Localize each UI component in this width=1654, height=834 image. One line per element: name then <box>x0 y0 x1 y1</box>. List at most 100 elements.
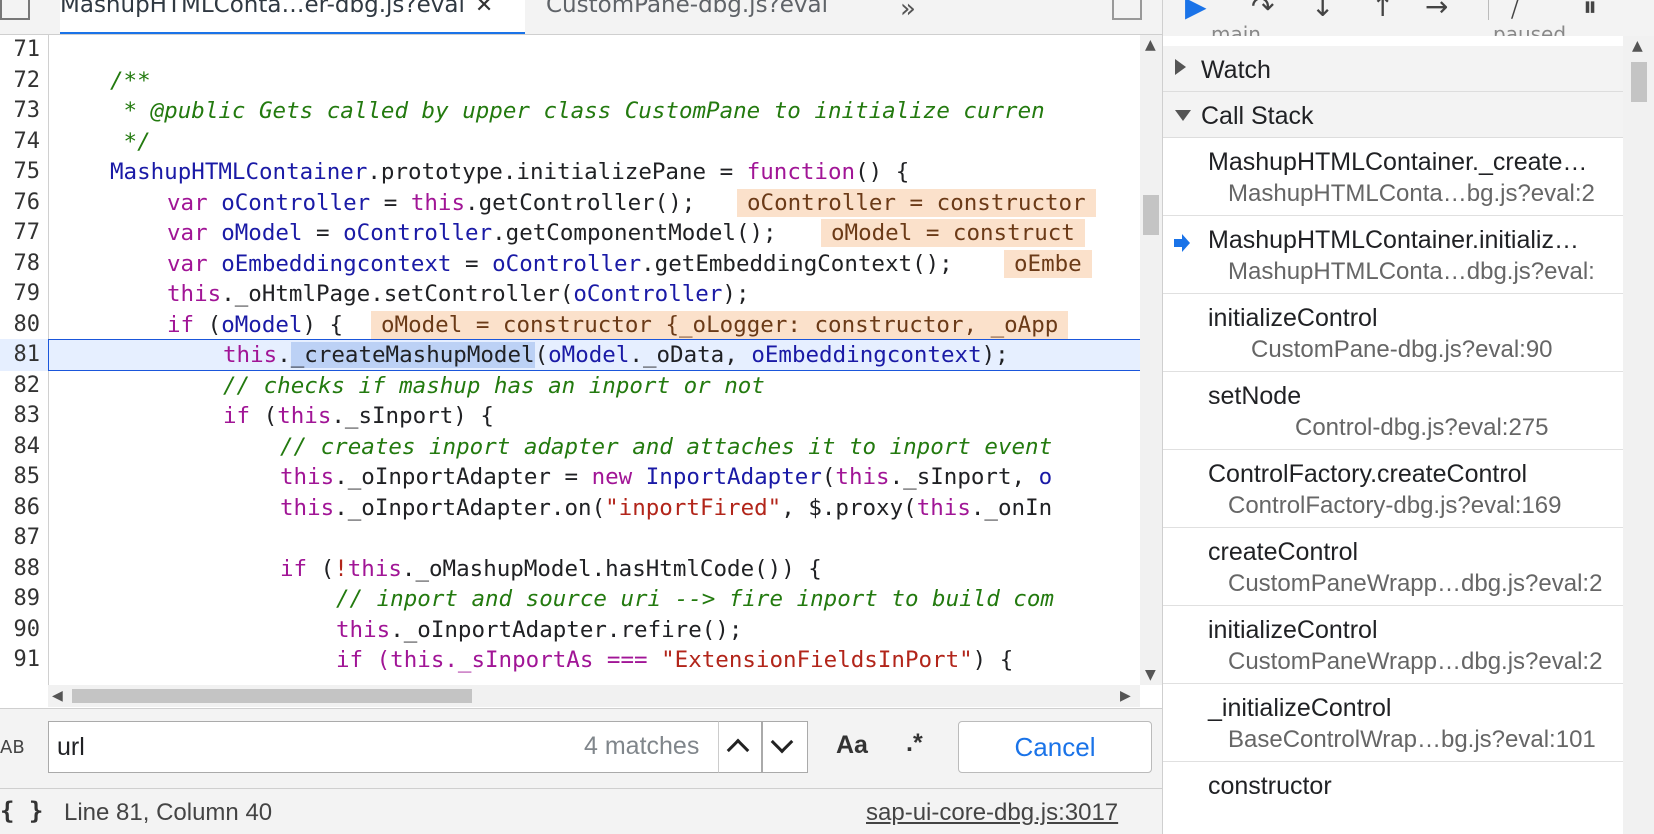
frame-location[interactable]: Control-dbg.js?eval:275 <box>1295 414 1549 442</box>
call-frame[interactable]: MashupHTMLContainer.initializ… MashupHTML… <box>1163 216 1623 294</box>
code-line: 72 /** <box>0 65 1140 97</box>
call-frame[interactable]: initializeControl CustomPane-dbg.js?eval:… <box>1163 294 1623 372</box>
deactivate-breakpoints-icon[interactable]: ⧸ <box>1511 0 1521 24</box>
frame-location[interactable]: CustomPaneWrapp…dbg.js?eval:2 <box>1228 648 1602 676</box>
match-count: 4 matches <box>584 732 700 760</box>
line-number[interactable]: 79 <box>0 278 41 310</box>
call-frame[interactable]: _initializeControl BaseControlWrap…bg.js?… <box>1163 684 1623 762</box>
code-vertical-scrollbar[interactable]: ▲ ▼ <box>1140 35 1162 685</box>
previous-match-button[interactable] <box>718 721 762 773</box>
close-icon[interactable]: ✕ <box>475 0 493 18</box>
frame-location[interactable]: CustomPane-dbg.js?eval:90 <box>1251 336 1553 364</box>
line-number[interactable]: 73 <box>0 95 41 127</box>
code-horizontal-scrollbar[interactable]: ◀ ▶ <box>48 685 1140 707</box>
pretty-print-icon[interactable]: { } <box>0 797 43 825</box>
step-icon[interactable]: → <box>1425 0 1448 23</box>
tab-custom-pane[interactable]: CustomPane-dbg.js?eval <box>546 0 836 34</box>
cursor-position: Line 81, Column 40 <box>64 799 273 826</box>
execution-line: 81 this._createMashupModel(oModel._oData… <box>0 339 1140 371</box>
code-text: this._oHtmlPage.setController(oControlle… <box>167 281 750 307</box>
debugger-toolbar: ▶ ↷ ↓ ↑ → ⧸ ⏸ main paused <box>1163 0 1654 36</box>
next-match-button[interactable] <box>762 721 808 773</box>
replace-toggle-icon[interactable]: AB <box>0 737 25 758</box>
scroll-up-icon[interactable]: ▲ <box>1632 38 1643 54</box>
code-line: 82 // checks if mashup has an inport or … <box>0 370 1140 402</box>
scroll-down-icon[interactable]: ▼ <box>1145 667 1156 683</box>
line-number[interactable]: 87 <box>0 522 41 554</box>
line-number[interactable]: 86 <box>0 492 41 524</box>
thread-label: main <box>1211 22 1261 36</box>
frame-function: initializeControl <box>1208 616 1378 644</box>
scroll-right-icon[interactable]: ▶ <box>1120 688 1131 704</box>
code-text: var oModel = oController.getComponentMod… <box>167 220 777 246</box>
line-number[interactable]: 81 <box>0 339 41 371</box>
frame-location[interactable]: ControlFactory-dbg.js?eval:169 <box>1228 492 1562 520</box>
code-text: this._oInportAdapter.on("inportFired", $… <box>280 495 1053 521</box>
line-number[interactable]: 91 <box>0 644 41 676</box>
inline-value: oModel = construct <box>821 219 1085 247</box>
call-frame[interactable]: createControl CustomPaneWrapp…dbg.js?eval… <box>1163 528 1623 606</box>
tab-label: CustomPane-dbg.js?eval <box>546 0 829 18</box>
debugger-toggle-icon[interactable] <box>1112 0 1142 20</box>
debugger-sidebar: ▶ ↷ ↓ ↑ → ⧸ ⏸ main paused Watch Call Sta… <box>1163 0 1654 834</box>
code-text: this._oInportAdapter.refire(); <box>336 617 743 643</box>
call-stack-section-header[interactable]: Call Stack <box>1163 92 1623 138</box>
frame-location[interactable]: MashupHTMLConta…bg.js?eval:2 <box>1228 180 1595 208</box>
scrollbar-thumb[interactable] <box>1631 62 1647 102</box>
tab-mashup-html-container[interactable]: MashupHTMLConta…er-dbg.js?eval ✕ <box>60 0 525 34</box>
inline-value: oController = constructor <box>737 189 1096 217</box>
code-line: 86 this._oInportAdapter.on("inportFired"… <box>0 492 1140 524</box>
line-number[interactable]: 78 <box>0 248 41 280</box>
scrollbar-thumb[interactable] <box>1143 195 1159 235</box>
tab-overflow-icon[interactable]: » <box>900 0 916 24</box>
line-number[interactable]: 85 <box>0 461 41 493</box>
resume-icon[interactable]: ▶ <box>1185 0 1207 23</box>
call-frame[interactable]: MashupHTMLContainer._create… MashupHTMLCo… <box>1163 138 1623 216</box>
step-into-icon[interactable]: ↓ <box>1311 0 1334 23</box>
step-over-icon[interactable]: ↷ <box>1251 0 1274 23</box>
scrollbar-thumb[interactable] <box>72 689 472 703</box>
line-number[interactable]: 75 <box>0 156 41 188</box>
sidebar-vertical-scrollbar[interactable]: ▲ <box>1623 36 1654 834</box>
comment: // checks if mashup has an inport or not <box>223 373 765 399</box>
code-text: this._oInportAdapter = new InportAdapter… <box>280 464 1053 490</box>
line-number[interactable]: 76 <box>0 187 41 219</box>
scroll-left-icon[interactable]: ◀ <box>52 688 63 704</box>
line-number[interactable]: 77 <box>0 217 41 249</box>
line-number[interactable]: 89 <box>0 583 41 615</box>
line-number[interactable]: 74 <box>0 126 41 158</box>
line-number[interactable]: 72 <box>0 65 41 97</box>
regex-button[interactable]: .* <box>906 729 923 758</box>
source-map-link[interactable]: sap-ui-core-dbg.js:3017 <box>866 799 1118 827</box>
line-number[interactable]: 82 <box>0 370 41 402</box>
frame-function: MashupHTMLContainer.initializ… <box>1208 226 1579 254</box>
pause-on-exceptions-icon[interactable]: ⏸ <box>1583 0 1597 24</box>
code-text: var oController = this.getController(); <box>167 190 696 216</box>
line-number[interactable]: 84 <box>0 431 41 463</box>
code-view[interactable]: 71 72 /** 73 * @public Gets called by up… <box>0 35 1140 685</box>
line-number[interactable]: 90 <box>0 614 41 646</box>
watch-section-header[interactable]: Watch <box>1163 46 1623 92</box>
line-number[interactable]: 83 <box>0 400 41 432</box>
call-frame[interactable]: ControlFactory.createControl ControlFacto… <box>1163 450 1623 528</box>
line-number[interactable]: 80 <box>0 309 41 341</box>
call-frame[interactable]: setNode Control-dbg.js?eval:275 <box>1163 372 1623 450</box>
chevron-up-icon <box>726 738 750 762</box>
step-out-icon[interactable]: ↑ <box>1371 0 1394 23</box>
frame-location[interactable]: BaseControlWrap…bg.js?eval:101 <box>1228 726 1596 754</box>
line-number[interactable]: 71 <box>0 35 41 66</box>
call-frame[interactable]: constructor <box>1163 762 1623 834</box>
cancel-button[interactable]: Cancel <box>958 721 1152 773</box>
line-number[interactable]: 88 <box>0 553 41 585</box>
code-line: 79 this._oHtmlPage.setController(oContro… <box>0 278 1140 310</box>
comment: // inport and source uri --> fire inport… <box>336 586 1054 612</box>
code-text: this._createMashupModel(oModel._oData, o… <box>223 342 1009 368</box>
scroll-up-icon[interactable]: ▲ <box>1145 37 1156 53</box>
status-bar: { } Line 81, Column 40 sap-ui-core-dbg.j… <box>0 788 1162 834</box>
frame-location[interactable]: CustomPaneWrapp…dbg.js?eval:2 <box>1228 570 1602 598</box>
match-case-button[interactable]: Aa <box>836 731 868 760</box>
navigator-toggle-icon[interactable] <box>0 0 30 20</box>
call-frame[interactable]: initializeControl CustomPaneWrapp…dbg.js?… <box>1163 606 1623 684</box>
frame-location[interactable]: MashupHTMLConta…dbg.js?eval: <box>1228 258 1595 286</box>
frame-function: MashupHTMLContainer._create… <box>1208 148 1588 176</box>
